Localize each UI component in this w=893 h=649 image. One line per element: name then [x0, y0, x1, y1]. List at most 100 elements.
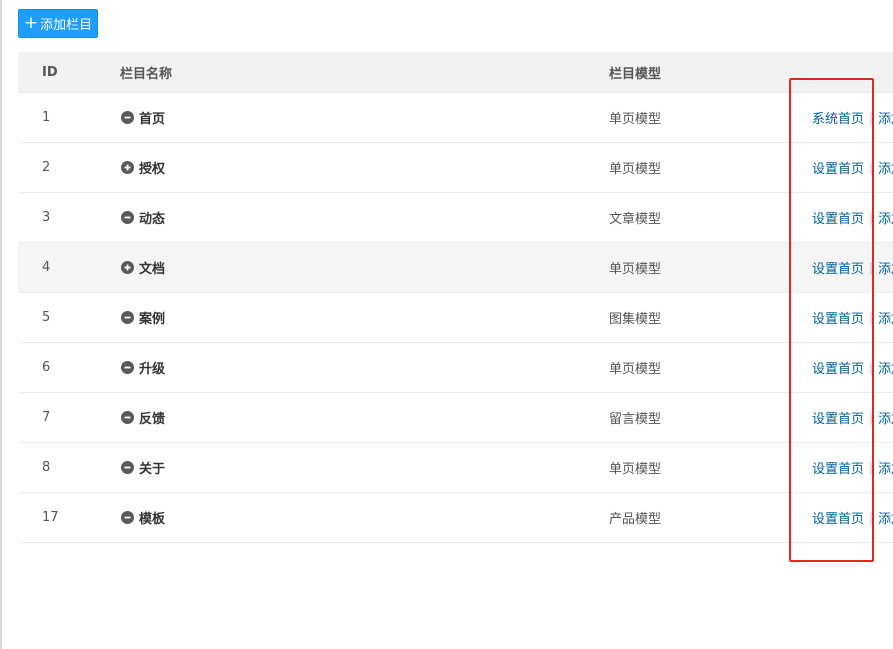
- cell-operations: 设置首页 | 添加: [812, 308, 893, 328]
- table-row: 4 文档 单页模型 设置首页 | 添加: [18, 243, 893, 293]
- cell-id: 17: [42, 510, 59, 525]
- header-model: 栏目模型: [609, 66, 662, 82]
- separator: |: [869, 260, 874, 275]
- cell-name: 首页: [121, 108, 165, 127]
- column-name: 文档: [139, 262, 166, 277]
- cell-operations: 系统首页 | 添加: [812, 108, 893, 128]
- add-link[interactable]: 添加: [878, 208, 893, 227]
- column-name: 案例: [139, 312, 166, 327]
- cell-name: 模板: [121, 508, 165, 527]
- table-row: 1 首页 单页模型 系统首页 | 添加: [18, 93, 893, 143]
- cell-operations: 设置首页 | 添加: [812, 258, 893, 278]
- column-name: 反馈: [139, 412, 166, 427]
- cell-operations: 设置首页 | 添加: [812, 508, 893, 528]
- add-link[interactable]: 添加: [878, 108, 893, 127]
- set-homepage-link[interactable]: 设置首页: [812, 208, 864, 227]
- cell-id: 2: [42, 160, 51, 175]
- set-homepage-link[interactable]: 设置首页: [812, 458, 864, 477]
- table-row: 5 案例 图集模型 设置首页 | 添加: [18, 293, 893, 343]
- cell-model: 文章模型: [609, 212, 662, 227]
- cell-name: 案例: [121, 308, 165, 327]
- table-row: 3 动态 文章模型 设置首页 | 添加: [18, 193, 893, 243]
- plus-icon: +: [23, 12, 39, 33]
- cell-id: 1: [42, 110, 51, 125]
- add-link[interactable]: 添加: [878, 408, 893, 427]
- add-column-label: 添加栏目: [40, 18, 93, 33]
- add-link[interactable]: 添加: [878, 458, 893, 477]
- separator: |: [869, 210, 874, 225]
- cell-name: 文档: [121, 258, 165, 277]
- expand-plus-icon[interactable]: [121, 261, 134, 274]
- header-name: 栏目名称: [120, 66, 173, 82]
- add-column-button[interactable]: + 添加栏目: [18, 9, 98, 38]
- add-link[interactable]: 添加: [878, 158, 893, 177]
- set-homepage-link[interactable]: 设置首页: [812, 158, 864, 177]
- column-table: ID 栏目名称 栏目模型 1首页单页模型系统首页|添加2授权单页模型设置首页|添…: [18, 52, 893, 543]
- table-row: 2 授权 单页模型 设置首页 | 添加: [18, 143, 893, 193]
- collapse-minus-icon[interactable]: [121, 211, 134, 224]
- cell-model: 产品模型: [609, 512, 662, 527]
- set-homepage-link[interactable]: 设置首页: [812, 308, 864, 327]
- collapse-minus-icon[interactable]: [121, 411, 134, 424]
- column-name: 动态: [139, 212, 166, 227]
- set-homepage-link[interactable]: 设置首页: [812, 408, 864, 427]
- collapse-minus-icon[interactable]: [121, 361, 134, 374]
- table-row: 17 模板 产品模型 设置首页 | 添加: [18, 493, 893, 543]
- set-homepage-link[interactable]: 系统首页: [812, 108, 864, 127]
- separator: |: [869, 310, 874, 325]
- set-homepage-link[interactable]: 设置首页: [812, 258, 864, 277]
- header-id: ID: [42, 64, 58, 80]
- add-link[interactable]: 添加: [878, 258, 893, 277]
- left-divider: [0, 0, 2, 649]
- cell-id: 5: [42, 310, 51, 325]
- collapse-minus-icon[interactable]: [121, 311, 134, 324]
- expand-plus-icon[interactable]: [121, 161, 134, 174]
- set-homepage-link[interactable]: 设置首页: [812, 508, 864, 527]
- collapse-minus-icon[interactable]: [121, 111, 134, 124]
- table-body: 1首页单页模型系统首页|添加2授权单页模型设置首页|添加3动态文章模型设置首页|…: [18, 93, 893, 543]
- cell-id: 8: [42, 460, 51, 475]
- cell-operations: 设置首页 | 添加: [812, 408, 893, 428]
- collapse-minus-icon[interactable]: [121, 461, 134, 474]
- cell-name: 动态: [121, 208, 165, 227]
- cell-operations: 设置首页 | 添加: [812, 208, 893, 228]
- column-name: 关于: [139, 462, 166, 477]
- cell-model: 单页模型: [609, 162, 662, 177]
- cell-id: 7: [42, 410, 51, 425]
- cell-operations: 设置首页 | 添加: [812, 458, 893, 478]
- separator: |: [869, 160, 874, 175]
- page: + 添加栏目 ID 栏目名称 栏目模型 1首页单页模型系统首页|添加2授权单页模…: [0, 0, 893, 649]
- cell-model: 单页模型: [609, 112, 662, 127]
- cell-name: 升级: [121, 358, 165, 377]
- cell-id: 4: [42, 260, 51, 275]
- cell-model: 单页模型: [609, 362, 662, 377]
- add-link[interactable]: 添加: [878, 508, 893, 527]
- cell-operations: 设置首页 | 添加: [812, 158, 893, 178]
- separator: |: [869, 460, 874, 475]
- column-name: 授权: [139, 162, 166, 177]
- cell-model: 图集模型: [609, 312, 662, 327]
- separator: |: [869, 110, 874, 125]
- cell-model: 单页模型: [609, 262, 662, 277]
- collapse-minus-icon[interactable]: [121, 511, 134, 524]
- table-row: 8 关于 单页模型 设置首页 | 添加: [18, 443, 893, 493]
- cell-model: 留言模型: [609, 412, 662, 427]
- cell-id: 3: [42, 210, 51, 225]
- cell-model: 单页模型: [609, 462, 662, 477]
- table-row: 6 升级 单页模型 设置首页 | 添加: [18, 343, 893, 393]
- add-link[interactable]: 添加: [878, 358, 893, 377]
- column-name: 模板: [139, 512, 166, 527]
- separator: |: [869, 360, 874, 375]
- cell-id: 6: [42, 360, 51, 375]
- cell-name: 关于: [121, 458, 165, 477]
- cell-name: 反馈: [121, 408, 165, 427]
- column-name: 升级: [139, 362, 166, 377]
- table-header: ID 栏目名称 栏目模型: [18, 52, 893, 93]
- table-row: 7 反馈 留言模型 设置首页 | 添加: [18, 393, 893, 443]
- separator: |: [869, 410, 874, 425]
- add-link[interactable]: 添加: [878, 308, 893, 327]
- set-homepage-link[interactable]: 设置首页: [812, 358, 864, 377]
- cell-name: 授权: [121, 158, 165, 177]
- cell-operations: 设置首页 | 添加: [812, 358, 893, 378]
- separator: |: [869, 510, 874, 525]
